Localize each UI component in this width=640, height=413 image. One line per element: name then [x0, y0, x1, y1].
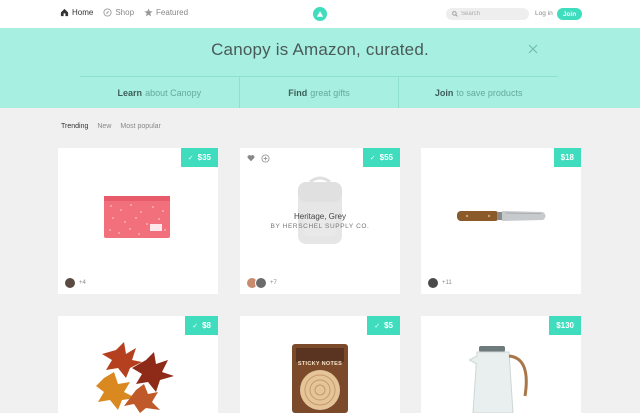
- join-button[interactable]: Join: [557, 8, 582, 20]
- hero-links: Learn about Canopy Find great gifts Join…: [80, 76, 558, 108]
- saved-by-avatars[interactable]: +7: [246, 277, 277, 289]
- login-link[interactable]: Log in: [535, 10, 553, 17]
- price-badge[interactable]: ✓ $35: [180, 148, 218, 167]
- price-label: $130: [556, 321, 574, 330]
- hero-link-find-rest: great gifts: [310, 87, 350, 98]
- saved-count: +7: [270, 280, 277, 286]
- nav-shop-label: Shop: [115, 8, 135, 17]
- check-icon: ✓: [192, 322, 199, 330]
- search-icon: [452, 11, 458, 17]
- canopy-logo[interactable]: [313, 7, 327, 21]
- hero-title: Canopy is Amazon, curated.: [211, 40, 429, 59]
- price-badge[interactable]: $18: [553, 148, 581, 167]
- product-card[interactable]: ✓ $8: [58, 316, 218, 413]
- avatar[interactable]: [64, 277, 76, 289]
- add-circle-icon[interactable]: [261, 154, 270, 163]
- product-card[interactable]: $18 +11: [421, 148, 581, 294]
- saved-count: +11: [442, 280, 452, 286]
- product-card[interactable]: $130: [421, 316, 581, 413]
- nav-featured[interactable]: Featured: [144, 8, 188, 17]
- kettle-image: [469, 346, 528, 413]
- nav-home-label: Home: [72, 8, 94, 17]
- pink-pouch-image: [104, 196, 170, 238]
- product-title: Heritage, Grey: [293, 212, 347, 221]
- price-badge[interactable]: ✓ $5: [367, 316, 400, 335]
- hero-link-find[interactable]: Find great gifts: [240, 77, 400, 108]
- heart-icon[interactable]: [247, 154, 255, 162]
- backpack-image: [298, 176, 342, 244]
- top-navbar: Home Shop Featured Log in Join: [0, 0, 640, 28]
- nav-home[interactable]: Home: [60, 8, 93, 17]
- price-badge[interactable]: ✓ $55: [362, 148, 400, 167]
- close-icon[interactable]: [527, 43, 539, 55]
- price-label: $18: [560, 153, 574, 162]
- hero-link-join-strong: Join: [434, 87, 454, 98]
- search-input[interactable]: [461, 11, 521, 17]
- tab-trending[interactable]: Trending: [61, 123, 88, 130]
- price-badge[interactable]: $130: [549, 316, 581, 335]
- product-brand: BY HERSCHEL SUPPLY CO.: [270, 223, 370, 230]
- saved-count: +4: [79, 280, 86, 286]
- product-card[interactable]: ✓ $55 Heritage, Grey BY HERSCHEL SUPPLY …: [240, 148, 400, 294]
- autumn-leaves-image: [96, 342, 174, 413]
- price-badge[interactable]: ✓ $8: [185, 316, 218, 335]
- tab-most-popular[interactable]: Most popular: [120, 123, 160, 130]
- compass-icon: [103, 8, 112, 17]
- garden-knife-image: [457, 211, 546, 221]
- search-box[interactable]: [446, 8, 529, 20]
- product-card[interactable]: ✓ $35 +4: [58, 148, 218, 294]
- price-label: $8: [202, 321, 211, 330]
- main-nav: Home Shop Featured: [60, 8, 188, 17]
- avatar[interactable]: [427, 277, 439, 289]
- canopy-logo-icon: [316, 11, 324, 17]
- price-label: $5: [384, 321, 393, 330]
- saved-by-avatars[interactable]: +4: [64, 277, 86, 289]
- price-label: $55: [379, 153, 393, 162]
- star-icon: [144, 8, 153, 17]
- saved-by-avatars[interactable]: +11: [427, 277, 452, 289]
- card-actions: [247, 154, 270, 163]
- avatar[interactable]: [255, 277, 267, 289]
- hero-link-learn-strong: Learn: [117, 87, 143, 98]
- nav-shop[interactable]: Shop: [103, 8, 134, 17]
- package-label: STICKY NOTES: [297, 361, 343, 367]
- hero-link-join[interactable]: Join to save products: [399, 77, 558, 108]
- tab-new[interactable]: New: [97, 123, 111, 130]
- check-icon: ✓: [374, 322, 381, 330]
- check-icon: ✓: [369, 154, 376, 162]
- nav-featured-label: Featured: [156, 8, 189, 17]
- price-label: $35: [197, 153, 211, 162]
- hero-link-learn[interactable]: Learn about Canopy: [80, 77, 240, 108]
- hero-banner: Canopy is Amazon, curated. Learn about C…: [0, 28, 640, 108]
- hero-link-find-strong: Find: [288, 87, 308, 98]
- check-icon: ✓: [187, 154, 194, 162]
- sticky-notes-image: [292, 344, 348, 413]
- hero-link-learn-rest: about Canopy: [145, 87, 202, 98]
- filter-tabs: Trending New Most popular: [61, 123, 161, 130]
- hero-link-join-rest: to save products: [456, 87, 523, 98]
- home-icon: [60, 8, 69, 17]
- product-card[interactable]: ✓ $5 STICKY NOTES: [240, 316, 400, 413]
